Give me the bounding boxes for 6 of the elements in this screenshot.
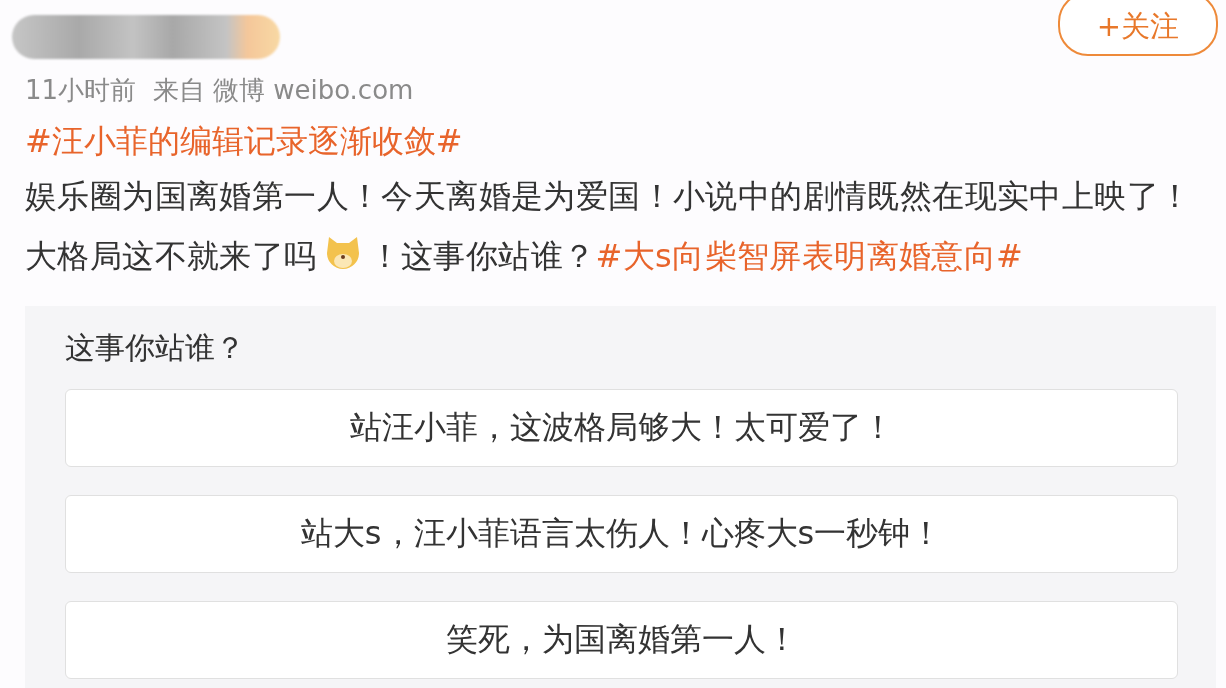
post-text: 娱乐圈为国离婚第一人！今天离婚是为爱国！小说中的剧情既然在现实中上映了！大格局这不就来了吗 ！这事你站谁？#大s向柴智屏表明离婚意向#	[25, 176, 1193, 277]
poll-option[interactable]: 站大s，汪小菲语言太伤人！心疼大s一秒钟！	[65, 495, 1178, 573]
poll-option[interactable]: 笑死，为国离婚第一人！	[65, 601, 1178, 679]
poll-question: 这事你站谁？	[65, 329, 246, 367]
poll-option[interactable]: 站汪小菲，这波格局够大！太可爱了！	[65, 389, 1178, 467]
post-meta: 11小时前 来自 微博 weibo.com	[25, 74, 415, 107]
